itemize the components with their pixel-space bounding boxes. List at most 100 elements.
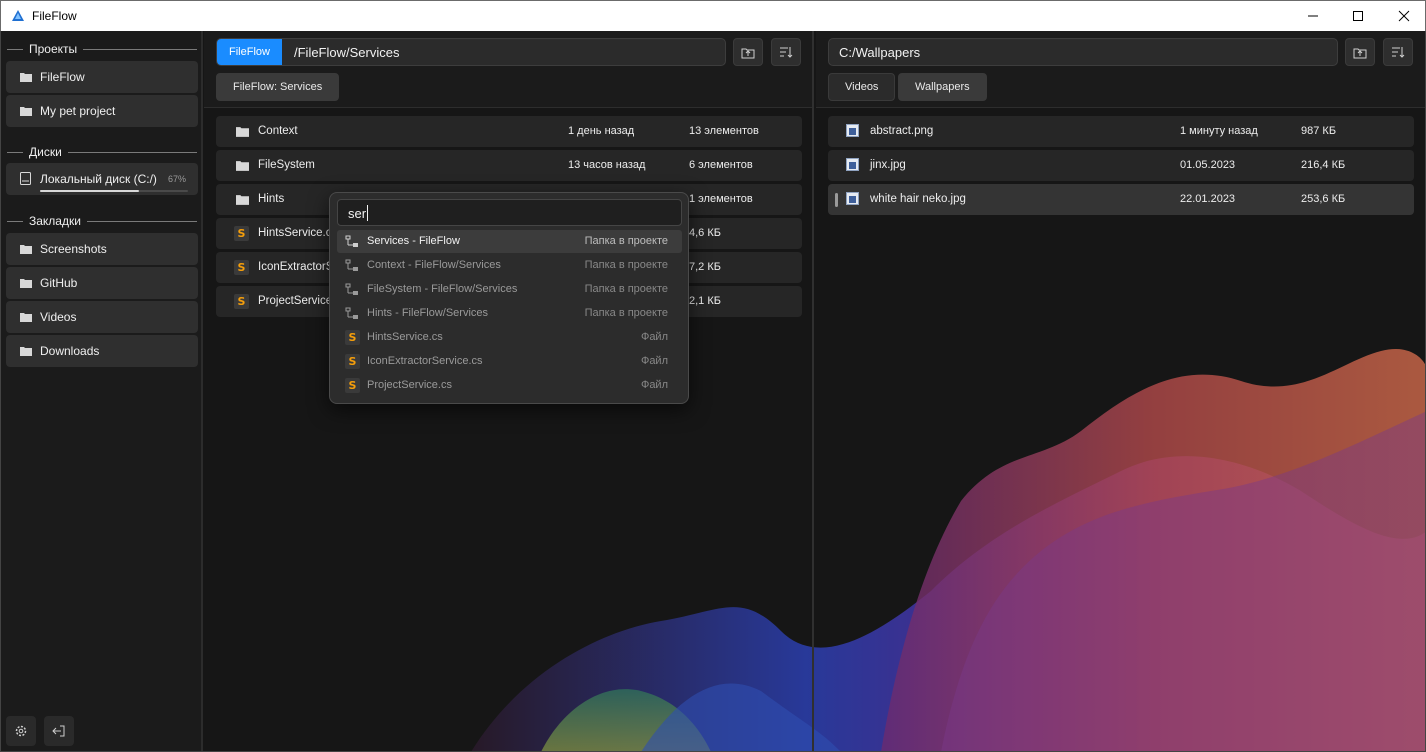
sidebar-item-my-pet-project[interactable]: My pet project (6, 95, 198, 127)
logout-button[interactable] (44, 716, 74, 746)
file-row-abstract[interactable]: abstract.png 1 минуту назад 987 КБ (828, 116, 1414, 147)
sidebar-item-screenshots[interactable]: Screenshots (6, 233, 198, 265)
file-size: 2,1 КБ (689, 295, 721, 307)
project-folder-icon (345, 283, 358, 295)
cs-file-icon: S (234, 294, 249, 309)
drive-usage-percent: 67% (167, 174, 186, 184)
search-result-kind: Папка в проекте (584, 235, 668, 247)
app-logo-icon (12, 10, 24, 21)
cs-file-icon: S (234, 260, 249, 275)
drives-header-label: Диски (29, 145, 62, 159)
search-result-item[interactable]: S HintsService.cs Файл (337, 326, 682, 349)
drive-label: Локальный диск (C:/) (40, 172, 157, 186)
minimize-button[interactable] (1290, 1, 1336, 31)
divider (83, 48, 197, 50)
search-result-title: ProjectService.cs (367, 379, 452, 391)
drives-section-header: Диски (7, 144, 197, 160)
sidebar-item-videos[interactable]: Videos (6, 301, 198, 333)
drive-usage-bar (40, 190, 188, 192)
right-panel-header: C:/Wallpapers Videos Wallpapers (816, 31, 1425, 108)
file-name: IconExtractorSe (258, 261, 340, 273)
bookmarks-section-header: Закладки (7, 213, 197, 229)
minimize-icon (1308, 15, 1318, 17)
window-title: FileFlow (32, 9, 77, 23)
quick-search-input[interactable]: ser (337, 199, 682, 226)
file-size: 6 элементов (689, 159, 753, 171)
maximize-button[interactable] (1335, 1, 1381, 31)
close-icon (1398, 10, 1410, 22)
projects-header-label: Проекты (29, 42, 78, 56)
sidebar-item-local-drive[interactable]: Локальный диск (C:/) 67% (6, 163, 198, 195)
search-result-title: IconExtractorService.cs (367, 355, 483, 367)
file-row-filesystem[interactable]: FileSystem 13 часов назад 6 элементов (216, 150, 802, 181)
divider (7, 220, 23, 222)
project-folder-icon (345, 259, 358, 271)
file-row-context[interactable]: Context 1 день назад 13 элементов (216, 116, 802, 147)
search-result-item[interactable]: Services - FileFlow Папка в проекте (337, 230, 682, 253)
folder-upload-icon (1353, 48, 1367, 59)
right-upload-button[interactable] (1345, 38, 1375, 66)
sidebar: Проекты FileFlow My pet project Диски Ло… (1, 31, 203, 751)
sidebar-item-downloads[interactable]: Downloads (6, 335, 198, 367)
search-result-item[interactable]: S IconExtractorService.cs Файл (337, 350, 682, 373)
search-result-kind: Папка в проекте (584, 259, 668, 271)
file-name: FileSystem (258, 159, 315, 171)
file-date: 22.01.2023 (1180, 193, 1236, 205)
tab-videos[interactable]: Videos (828, 73, 896, 101)
sort-icon (1392, 47, 1405, 58)
close-button[interactable] (1381, 1, 1426, 31)
divider (7, 151, 23, 153)
folder-icon (236, 161, 249, 171)
file-size: 7,2 КБ (689, 261, 721, 273)
right-path-text[interactable]: C:/Wallpapers (839, 45, 920, 60)
search-result-item[interactable]: Hints - FileFlow/Services Папка в проект… (337, 302, 682, 325)
maximize-icon (1353, 11, 1363, 21)
search-result-item[interactable]: FileSystem - FileFlow/Services Папка в п… (337, 278, 682, 301)
right-file-panel: C:/Wallpapers Videos Wallpapers abstract… (816, 31, 1425, 751)
image-file-icon (846, 192, 859, 205)
right-sort-button[interactable] (1383, 38, 1413, 66)
search-result-title: Context - FileFlow/Services (367, 259, 501, 271)
left-path-bar[interactable]: FileFlow /FileFlow/Services (216, 38, 726, 66)
file-size: 1 элементов (689, 193, 753, 205)
gear-icon (15, 725, 27, 737)
cs-file-icon: S (345, 378, 360, 393)
left-upload-button[interactable] (733, 38, 763, 66)
text-caret (367, 205, 369, 221)
search-result-kind: Папка в проекте (584, 283, 668, 295)
sidebar-item-github[interactable]: GitHub (6, 267, 198, 299)
file-row-jinx[interactable]: jinx.jpg 01.05.2023 216,4 КБ (828, 150, 1414, 181)
projects-section-header: Проекты (7, 41, 197, 57)
settings-button[interactable] (6, 716, 36, 746)
cs-file-icon: S (234, 226, 249, 241)
divider (7, 48, 23, 50)
search-result-item[interactable]: Context - FileFlow/Services Папка в прое… (337, 254, 682, 277)
selection-indicator (835, 193, 838, 207)
sidebar-item-label: GitHub (40, 276, 78, 290)
sidebar-item-fileflow[interactable]: FileFlow (6, 61, 198, 93)
left-path-text[interactable]: /FileFlow/Services (294, 45, 399, 60)
divider (67, 151, 197, 153)
cs-file-icon: S (345, 354, 360, 369)
tab-wallpapers[interactable]: Wallpapers (898, 73, 987, 101)
search-result-kind: Файл (640, 331, 668, 343)
project-badge[interactable]: FileFlow (217, 39, 282, 65)
sidebar-item-label: Screenshots (40, 242, 107, 256)
search-result-kind: Файл (640, 379, 668, 391)
sidebar-item-label: FileFlow (40, 70, 85, 84)
file-row-white-hair-neko[interactable]: white hair neko.jpg 22.01.2023 253,6 КБ (828, 184, 1414, 215)
title-bar: FileFlow (0, 0, 1426, 31)
search-result-title: FileSystem - FileFlow/Services (367, 283, 518, 295)
left-panel-header: FileFlow /FileFlow/Services FileFlow: Se… (204, 31, 812, 108)
image-file-icon (846, 124, 859, 137)
file-date: 01.05.2023 (1180, 159, 1236, 171)
file-name: ProjectService. (258, 295, 336, 307)
right-path-bar[interactable]: C:/Wallpapers (828, 38, 1338, 66)
tab-fileflow-services[interactable]: FileFlow: Services (216, 73, 340, 101)
search-result-title: HintsService.cs (367, 331, 443, 343)
search-result-item[interactable]: S ProjectService.cs Файл (337, 374, 682, 397)
sidebar-item-label: Videos (40, 310, 77, 324)
folder-icon (20, 245, 32, 254)
left-sort-button[interactable] (771, 38, 801, 66)
file-size: 987 КБ (1301, 125, 1337, 137)
